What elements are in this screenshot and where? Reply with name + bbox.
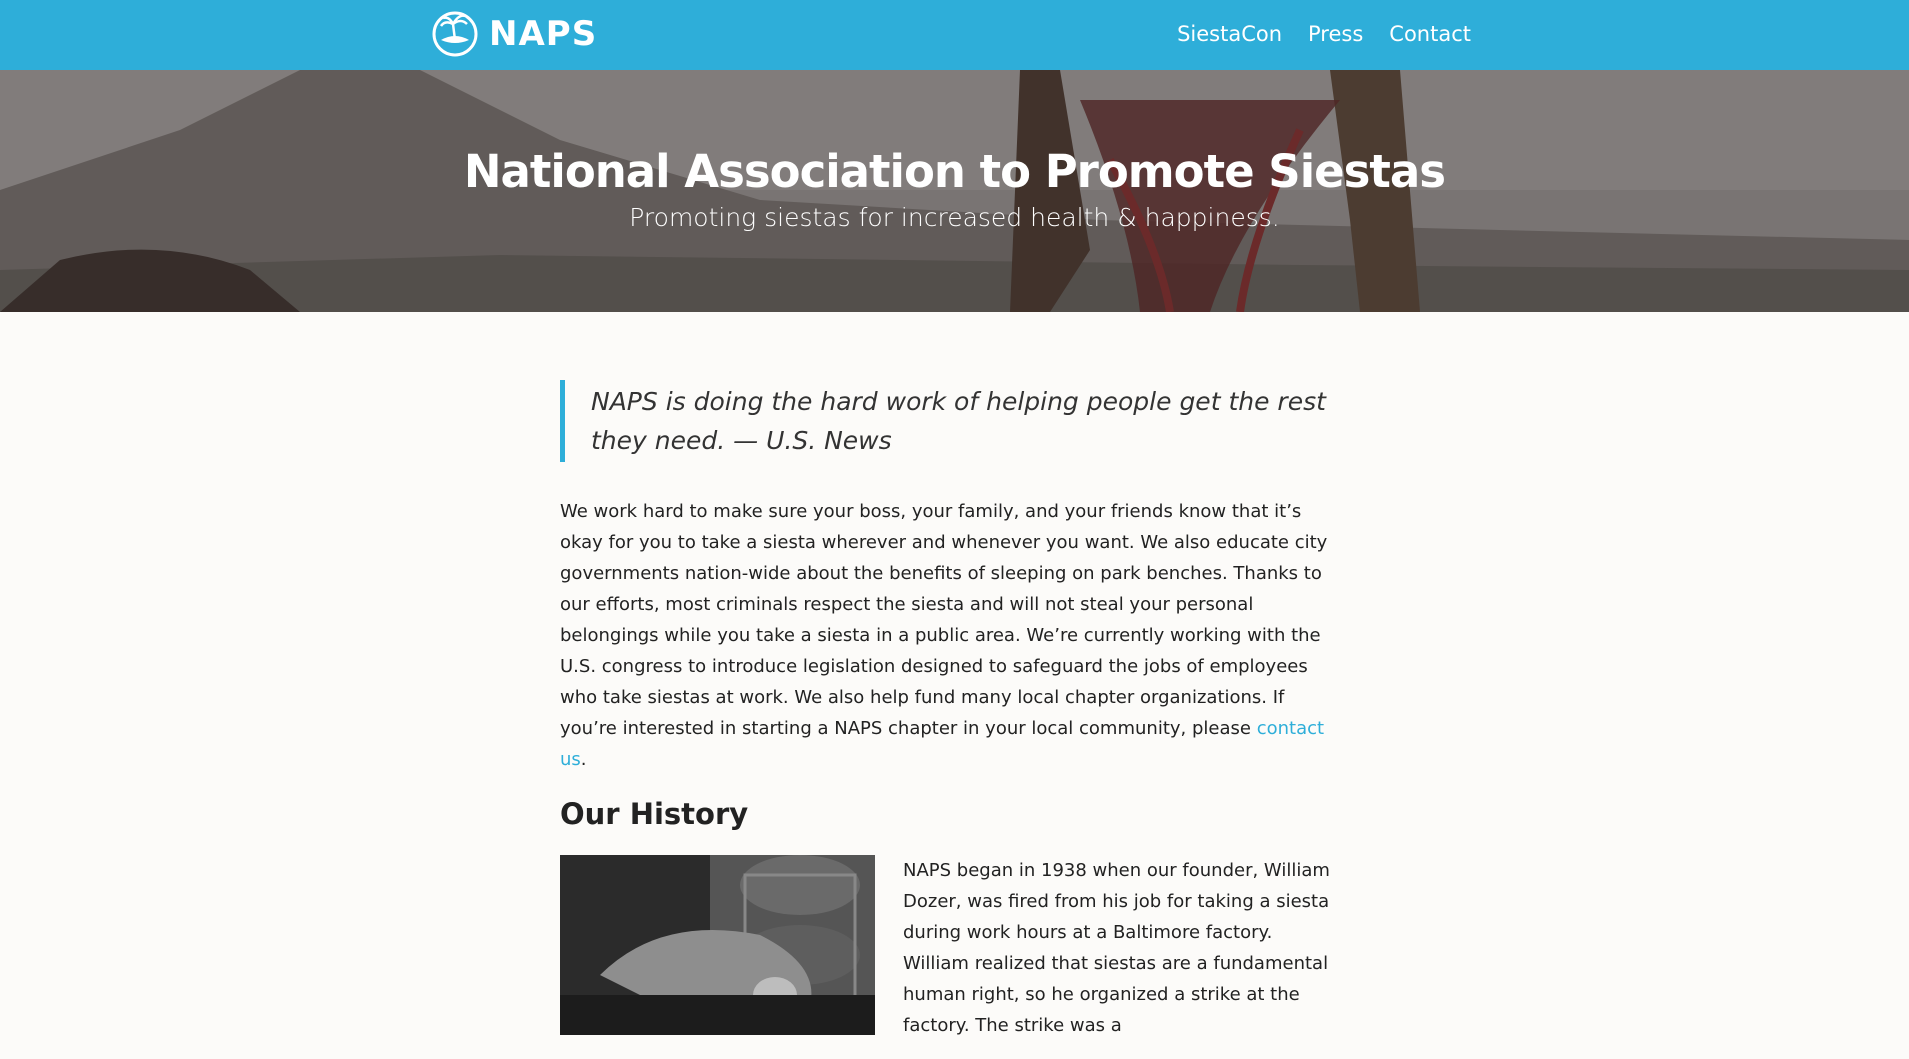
nav-press[interactable]: Press [1308,22,1363,46]
history-paragraph: NAPS began in 1938 when our founder, Wil… [903,860,1330,1037]
founder-photo [560,855,875,1036]
nav-contact[interactable]: Contact [1389,22,1471,46]
palm-globe-icon [432,11,478,57]
hero-title: National Association to Promote Siestas [463,145,1446,198]
intro-period: . [580,749,587,770]
intro-paragraph: We work hard to make sure your boss, you… [560,496,1345,775]
main-nav: SiestaCon Press Contact [1177,22,1471,46]
nav-siestacon[interactable]: SiestaCon [1177,22,1282,46]
logo[interactable]: NAPS [431,10,597,58]
hero-subtitle: Promoting siestas for increased health &… [629,203,1280,232]
main-content: NAPS is doing the hard work of helping p… [560,312,1345,1059]
hero-banner: National Association to Promote Siestas … [0,70,1909,312]
intro-text: We work hard to make sure your boss, you… [560,501,1328,739]
site-header: NAPS SiestaCon Press Contact [0,0,1909,70]
logo-text: NAPS [489,14,598,54]
history-heading: Our History [560,797,749,831]
press-quote: NAPS is doing the hard work of helping p… [560,380,1331,462]
history-section: NAPS began in 1938 when our founder, Wil… [560,855,1345,1059]
